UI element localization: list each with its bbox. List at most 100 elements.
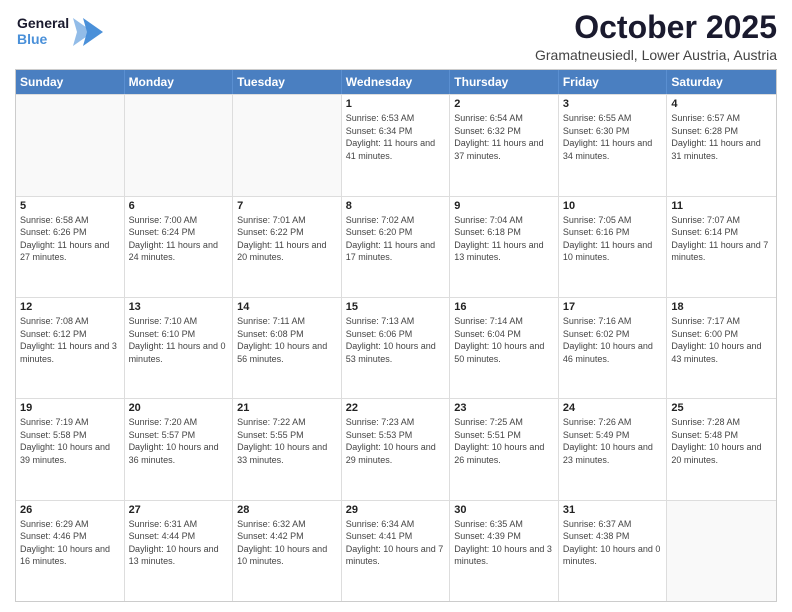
calendar-cell-2-7: 11 Sunrise: 7:07 AMSunset: 6:14 PMDaylig… bbox=[667, 197, 776, 297]
day-number: 20 bbox=[129, 402, 229, 414]
calendar-cell-3-4: 15 Sunrise: 7:13 AMSunset: 6:06 PMDaylig… bbox=[342, 298, 451, 398]
calendar-cell-4-1: 19 Sunrise: 7:19 AMSunset: 5:58 PMDaylig… bbox=[16, 399, 125, 499]
calendar-cell-3-6: 17 Sunrise: 7:16 AMSunset: 6:02 PMDaylig… bbox=[559, 298, 668, 398]
day-number: 27 bbox=[129, 504, 229, 516]
day-number: 15 bbox=[346, 301, 446, 313]
calendar-cell-4-4: 22 Sunrise: 7:23 AMSunset: 5:53 PMDaylig… bbox=[342, 399, 451, 499]
calendar-cell-1-6: 3 Sunrise: 6:55 AMSunset: 6:30 PMDayligh… bbox=[559, 95, 668, 195]
logo-area: General Blue bbox=[15, 10, 105, 59]
cell-detail: Sunrise: 6:57 AMSunset: 6:28 PMDaylight:… bbox=[671, 112, 772, 162]
day-number: 25 bbox=[671, 402, 772, 414]
cell-detail: Sunrise: 6:32 AMSunset: 4:42 PMDaylight:… bbox=[237, 518, 337, 568]
day-number: 21 bbox=[237, 402, 337, 414]
cell-detail: Sunrise: 7:28 AMSunset: 5:48 PMDaylight:… bbox=[671, 416, 772, 466]
title-area: October 2025 Gramatneusiedl, Lower Austr… bbox=[535, 10, 777, 63]
header-friday: Friday bbox=[559, 70, 668, 94]
calendar-cell-3-3: 14 Sunrise: 7:11 AMSunset: 6:08 PMDaylig… bbox=[233, 298, 342, 398]
day-number: 18 bbox=[671, 301, 772, 313]
header-saturday: Saturday bbox=[667, 70, 776, 94]
day-number: 16 bbox=[454, 301, 554, 313]
svg-text:General: General bbox=[17, 15, 69, 31]
calendar-week-5: 26 Sunrise: 6:29 AMSunset: 4:46 PMDaylig… bbox=[16, 500, 776, 601]
day-number: 10 bbox=[563, 200, 663, 212]
cell-detail: Sunrise: 6:55 AMSunset: 6:30 PMDaylight:… bbox=[563, 112, 663, 162]
page: General Blue October 2025 Gramatneusiedl… bbox=[0, 0, 792, 612]
cell-detail: Sunrise: 7:08 AMSunset: 6:12 PMDaylight:… bbox=[20, 315, 120, 365]
day-number: 6 bbox=[129, 200, 229, 212]
calendar-cell-5-3: 28 Sunrise: 6:32 AMSunset: 4:42 PMDaylig… bbox=[233, 501, 342, 601]
day-number: 8 bbox=[346, 200, 446, 212]
cell-detail: Sunrise: 7:17 AMSunset: 6:00 PMDaylight:… bbox=[671, 315, 772, 365]
calendar-cell-2-5: 9 Sunrise: 7:04 AMSunset: 6:18 PMDayligh… bbox=[450, 197, 559, 297]
header-thursday: Thursday bbox=[450, 70, 559, 94]
day-number: 5 bbox=[20, 200, 120, 212]
calendar-week-4: 19 Sunrise: 7:19 AMSunset: 5:58 PMDaylig… bbox=[16, 398, 776, 499]
cell-detail: Sunrise: 7:13 AMSunset: 6:06 PMDaylight:… bbox=[346, 315, 446, 365]
calendar-week-3: 12 Sunrise: 7:08 AMSunset: 6:12 PMDaylig… bbox=[16, 297, 776, 398]
cell-detail: Sunrise: 7:14 AMSunset: 6:04 PMDaylight:… bbox=[454, 315, 554, 365]
day-number: 7 bbox=[237, 200, 337, 212]
day-number: 2 bbox=[454, 98, 554, 110]
day-number: 29 bbox=[346, 504, 446, 516]
day-number: 9 bbox=[454, 200, 554, 212]
calendar-cell-2-2: 6 Sunrise: 7:00 AMSunset: 6:24 PMDayligh… bbox=[125, 197, 234, 297]
cell-detail: Sunrise: 7:22 AMSunset: 5:55 PMDaylight:… bbox=[237, 416, 337, 466]
cell-detail: Sunrise: 6:58 AMSunset: 6:26 PMDaylight:… bbox=[20, 214, 120, 264]
cell-detail: Sunrise: 7:02 AMSunset: 6:20 PMDaylight:… bbox=[346, 214, 446, 264]
calendar-cell-1-4: 1 Sunrise: 6:53 AMSunset: 6:34 PMDayligh… bbox=[342, 95, 451, 195]
calendar-cell-1-7: 4 Sunrise: 6:57 AMSunset: 6:28 PMDayligh… bbox=[667, 95, 776, 195]
calendar-cell-2-6: 10 Sunrise: 7:05 AMSunset: 6:16 PMDaylig… bbox=[559, 197, 668, 297]
calendar-cell-5-1: 26 Sunrise: 6:29 AMSunset: 4:46 PMDaylig… bbox=[16, 501, 125, 601]
cell-detail: Sunrise: 7:07 AMSunset: 6:14 PMDaylight:… bbox=[671, 214, 772, 264]
calendar-cell-2-1: 5 Sunrise: 6:58 AMSunset: 6:26 PMDayligh… bbox=[16, 197, 125, 297]
header-tuesday: Tuesday bbox=[233, 70, 342, 94]
calendar-cell-4-3: 21 Sunrise: 7:22 AMSunset: 5:55 PMDaylig… bbox=[233, 399, 342, 499]
cell-detail: Sunrise: 6:54 AMSunset: 6:32 PMDaylight:… bbox=[454, 112, 554, 162]
calendar-cell-1-5: 2 Sunrise: 6:54 AMSunset: 6:32 PMDayligh… bbox=[450, 95, 559, 195]
cell-detail: Sunrise: 7:23 AMSunset: 5:53 PMDaylight:… bbox=[346, 416, 446, 466]
cell-detail: Sunrise: 6:35 AMSunset: 4:39 PMDaylight:… bbox=[454, 518, 554, 568]
cell-detail: Sunrise: 7:19 AMSunset: 5:58 PMDaylight:… bbox=[20, 416, 120, 466]
calendar-cell-5-7 bbox=[667, 501, 776, 601]
day-number: 14 bbox=[237, 301, 337, 313]
calendar-cell-1-1 bbox=[16, 95, 125, 195]
calendar-week-1: 1 Sunrise: 6:53 AMSunset: 6:34 PMDayligh… bbox=[16, 94, 776, 195]
day-number: 12 bbox=[20, 301, 120, 313]
calendar-cell-1-3 bbox=[233, 95, 342, 195]
calendar-cell-5-6: 31 Sunrise: 6:37 AMSunset: 4:38 PMDaylig… bbox=[559, 501, 668, 601]
day-number: 19 bbox=[20, 402, 120, 414]
calendar-cell-2-3: 7 Sunrise: 7:01 AMSunset: 6:22 PMDayligh… bbox=[233, 197, 342, 297]
calendar-cell-5-4: 29 Sunrise: 6:34 AMSunset: 4:41 PMDaylig… bbox=[342, 501, 451, 601]
calendar-cell-1-2 bbox=[125, 95, 234, 195]
day-number: 1 bbox=[346, 98, 446, 110]
month-title: October 2025 bbox=[535, 10, 777, 45]
day-number: 4 bbox=[671, 98, 772, 110]
calendar-cell-2-4: 8 Sunrise: 7:02 AMSunset: 6:20 PMDayligh… bbox=[342, 197, 451, 297]
cell-detail: Sunrise: 7:05 AMSunset: 6:16 PMDaylight:… bbox=[563, 214, 663, 264]
day-number: 24 bbox=[563, 402, 663, 414]
day-number: 23 bbox=[454, 402, 554, 414]
day-number: 3 bbox=[563, 98, 663, 110]
cell-detail: Sunrise: 7:25 AMSunset: 5:51 PMDaylight:… bbox=[454, 416, 554, 466]
svg-text:Blue: Blue bbox=[17, 31, 48, 47]
day-number: 30 bbox=[454, 504, 554, 516]
day-number: 17 bbox=[563, 301, 663, 313]
cell-detail: Sunrise: 7:11 AMSunset: 6:08 PMDaylight:… bbox=[237, 315, 337, 365]
cell-detail: Sunrise: 7:04 AMSunset: 6:18 PMDaylight:… bbox=[454, 214, 554, 264]
cell-detail: Sunrise: 7:00 AMSunset: 6:24 PMDaylight:… bbox=[129, 214, 229, 264]
calendar-cell-4-2: 20 Sunrise: 7:20 AMSunset: 5:57 PMDaylig… bbox=[125, 399, 234, 499]
calendar: Sunday Monday Tuesday Wednesday Thursday… bbox=[15, 69, 777, 602]
day-number: 31 bbox=[563, 504, 663, 516]
calendar-cell-4-5: 23 Sunrise: 7:25 AMSunset: 5:51 PMDaylig… bbox=[450, 399, 559, 499]
cell-detail: Sunrise: 7:26 AMSunset: 5:49 PMDaylight:… bbox=[563, 416, 663, 466]
calendar-cell-3-7: 18 Sunrise: 7:17 AMSunset: 6:00 PMDaylig… bbox=[667, 298, 776, 398]
day-number: 22 bbox=[346, 402, 446, 414]
cell-detail: Sunrise: 6:31 AMSunset: 4:44 PMDaylight:… bbox=[129, 518, 229, 568]
calendar-cell-3-1: 12 Sunrise: 7:08 AMSunset: 6:12 PMDaylig… bbox=[16, 298, 125, 398]
cell-detail: Sunrise: 6:34 AMSunset: 4:41 PMDaylight:… bbox=[346, 518, 446, 568]
calendar-cell-5-5: 30 Sunrise: 6:35 AMSunset: 4:39 PMDaylig… bbox=[450, 501, 559, 601]
cell-detail: Sunrise: 7:10 AMSunset: 6:10 PMDaylight:… bbox=[129, 315, 229, 365]
day-number: 26 bbox=[20, 504, 120, 516]
calendar-cell-4-6: 24 Sunrise: 7:26 AMSunset: 5:49 PMDaylig… bbox=[559, 399, 668, 499]
cell-detail: Sunrise: 7:01 AMSunset: 6:22 PMDaylight:… bbox=[237, 214, 337, 264]
